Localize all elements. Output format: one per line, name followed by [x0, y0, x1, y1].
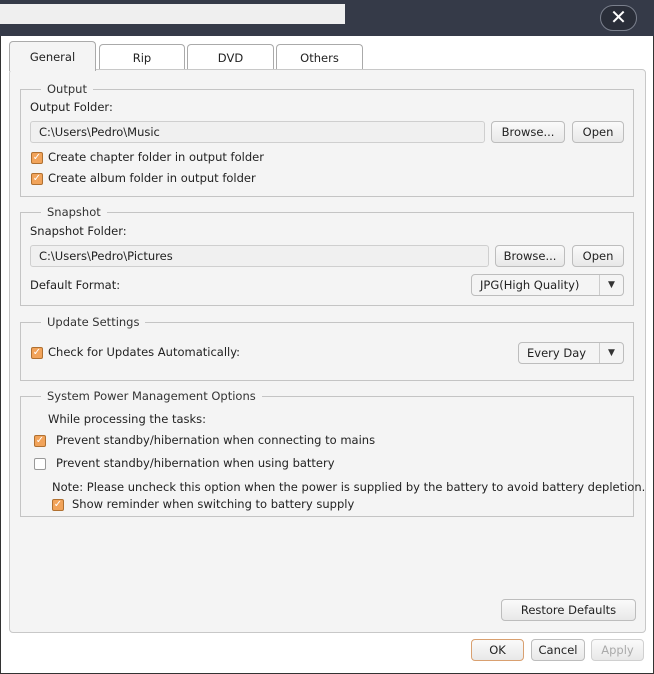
apply-button[interactable]: Apply — [591, 639, 644, 661]
window-title — [0, 4, 345, 24]
update-frequency-value: Every Day — [527, 346, 587, 360]
chevron-down-icon: ▼ — [599, 343, 623, 363]
default-format-value: JPG(High Quality) — [480, 278, 580, 292]
default-format-label: Default Format: — [30, 278, 121, 292]
chevron-down-icon: ▼ — [599, 275, 623, 295]
prevent-battery-checkbox[interactable] — [34, 458, 46, 470]
update-legend: Update Settings — [41, 315, 146, 329]
tab-general[interactable]: General — [9, 41, 96, 71]
output-browse-button[interactable]: Browse... — [491, 121, 565, 143]
chapter-folder-checkbox[interactable]: ✓ — [31, 152, 43, 164]
prevent-mains-label: Prevent standby/hibernation when connect… — [56, 433, 376, 447]
battery-note: Note: Please uncheck this option when th… — [52, 480, 646, 494]
snapshot-folder-label: Snapshot Folder: — [30, 224, 127, 238]
output-open-button[interactable]: Open — [572, 121, 624, 143]
album-folder-checkbox[interactable]: ✓ — [31, 173, 43, 185]
restore-defaults-button[interactable]: Restore Defaults — [501, 599, 636, 621]
close-button[interactable]: ✕ — [600, 5, 637, 31]
reminder-checkbox[interactable]: ✓ — [52, 499, 64, 511]
snapshot-legend: Snapshot — [41, 205, 107, 219]
prevent-battery-label: Prevent standby/hibernation when using b… — [56, 456, 335, 470]
auto-update-label: Check for Updates Automatically: — [48, 345, 241, 359]
tab-others[interactable]: Others — [276, 44, 363, 70]
tab-dvd[interactable]: DVD — [187, 44, 274, 70]
output-folder-label: Output Folder: — [30, 100, 113, 114]
tab-rip[interactable]: Rip — [99, 44, 185, 70]
snapshot-browse-button[interactable]: Browse... — [495, 245, 565, 267]
auto-update-checkbox[interactable]: ✓ — [31, 347, 43, 359]
album-folder-label: Create album folder in output folder — [48, 171, 256, 185]
reminder-label: Show reminder when switching to battery … — [72, 497, 355, 511]
cancel-button[interactable]: Cancel — [531, 639, 585, 661]
ok-button[interactable]: OK — [471, 639, 524, 661]
power-legend: System Power Management Options — [41, 389, 262, 403]
snapshot-folder-input[interactable]: C:\Users\Pedro\Pictures — [30, 245, 489, 267]
chapter-folder-label: Create chapter folder in output folder — [48, 150, 264, 164]
update-frequency-select[interactable]: Every Day ▼ — [518, 342, 624, 364]
snapshot-open-button[interactable]: Open — [572, 245, 624, 267]
close-icon: ✕ — [610, 5, 627, 29]
output-legend: Output — [41, 82, 93, 96]
while-processing-label: While processing the tasks: — [48, 412, 207, 426]
prevent-mains-checkbox[interactable]: ✓ — [34, 435, 46, 447]
output-folder-input[interactable]: C:\Users\Pedro\Music — [30, 121, 485, 143]
default-format-select[interactable]: JPG(High Quality) ▼ — [471, 274, 624, 296]
